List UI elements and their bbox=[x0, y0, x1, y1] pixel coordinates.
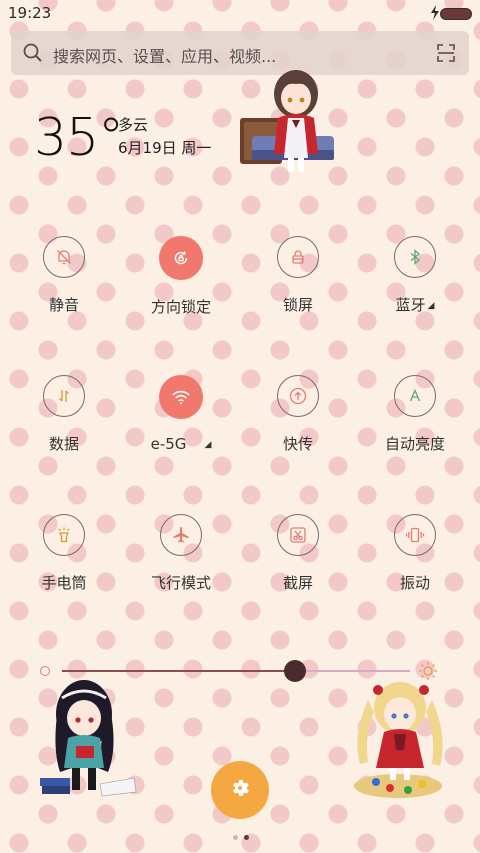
toggle-tile-screenshot[interactable]: 截屏 bbox=[248, 514, 348, 593]
toggle-tile-bluetooth[interactable]: 蓝牙 ◢ bbox=[365, 236, 465, 315]
toggle-label-text: 快传 bbox=[282, 435, 313, 453]
airplane-toggle-button[interactable] bbox=[160, 514, 202, 556]
charge-icon bbox=[430, 5, 440, 24]
battery-icon bbox=[440, 8, 472, 20]
toggle-label-text: e-5G bbox=[150, 435, 187, 453]
toggle-tile-flashlight[interactable]: 手电筒 bbox=[14, 514, 114, 593]
upload-toggle-button[interactable] bbox=[277, 375, 319, 417]
page-dot-1 bbox=[233, 835, 238, 840]
page-dot-2 bbox=[244, 835, 249, 840]
page-indicator bbox=[230, 825, 252, 844]
toggle-tile-lock[interactable]: 锁屏 bbox=[248, 236, 348, 315]
toggle-label-text: 数据 bbox=[48, 435, 79, 453]
toggle-tile-bell-off[interactable]: 静音 bbox=[14, 236, 114, 315]
wifi-toggle-button[interactable] bbox=[159, 375, 203, 419]
auto-brightness-icon bbox=[406, 387, 424, 405]
weather-condition: 多云 bbox=[118, 116, 149, 134]
rotation-lock-toggle-button[interactable] bbox=[159, 236, 203, 280]
vibrate-toggle-button[interactable] bbox=[394, 514, 436, 556]
bell-off-toggle-button[interactable] bbox=[43, 236, 85, 278]
toggle-label-text: 蓝牙 bbox=[395, 296, 426, 314]
brightness-thumb[interactable] bbox=[284, 660, 307, 682]
vibrate-icon bbox=[405, 526, 425, 544]
toggle-tile-auto-brightness[interactable]: 自动亮度 bbox=[365, 375, 465, 454]
lock-icon bbox=[289, 248, 307, 266]
anime-girl-reading-illustration bbox=[38, 668, 138, 804]
toggle-tile-data-arrows[interactable]: 数据 bbox=[14, 375, 114, 454]
toggle-label-text: 手电筒 bbox=[41, 574, 87, 592]
toggle-label: 锁屏 bbox=[248, 294, 348, 315]
anime-girl-painting-illustration bbox=[346, 676, 456, 806]
bell-off-icon bbox=[55, 248, 73, 266]
toggle-label: 自动亮度 bbox=[365, 433, 465, 454]
toggle-label-text: 截屏 bbox=[282, 574, 313, 592]
gear-icon bbox=[229, 777, 251, 803]
settings-button[interactable] bbox=[211, 761, 269, 819]
scan-icon[interactable] bbox=[437, 44, 455, 66]
expand-menu-triangle-icon[interactable]: ◢ bbox=[428, 301, 435, 311]
brightness-track-remaining[interactable] bbox=[295, 670, 410, 672]
status-bar: 19:23 bbox=[0, 0, 480, 26]
toggle-label: 数据 bbox=[14, 433, 114, 454]
auto-brightness-toggle-button[interactable] bbox=[394, 375, 436, 417]
toggle-label: 方向锁定 bbox=[131, 296, 231, 317]
search-icon bbox=[23, 43, 43, 67]
flashlight-toggle-button[interactable] bbox=[43, 514, 85, 556]
rotation-lock-icon bbox=[172, 249, 190, 267]
screenshot-icon bbox=[288, 525, 308, 545]
toggle-label: 蓝牙 ◢ bbox=[365, 294, 465, 315]
upload-icon bbox=[288, 386, 308, 406]
toggle-label-text: 方向锁定 bbox=[150, 298, 211, 316]
toggle-tile-wifi[interactable]: e-5G ◢ bbox=[131, 375, 231, 453]
flashlight-icon bbox=[55, 526, 73, 544]
toggle-label: 快传 bbox=[248, 433, 348, 454]
toggle-label: 手电筒 bbox=[14, 572, 114, 593]
status-time: 19:23 bbox=[8, 4, 52, 22]
toggle-label-text: 静音 bbox=[48, 296, 79, 314]
toggle-label-text: 振动 bbox=[399, 574, 430, 592]
wifi-icon bbox=[171, 388, 191, 406]
toggle-label: e-5G ◢ bbox=[131, 435, 231, 453]
lock-toggle-button[interactable] bbox=[277, 236, 319, 278]
toggle-tile-vibrate[interactable]: 振动 bbox=[365, 514, 465, 593]
data-arrows-icon bbox=[55, 387, 73, 405]
expand-menu-triangle-icon[interactable]: ◢ bbox=[204, 440, 211, 450]
airplane-icon bbox=[171, 525, 191, 545]
toggle-label: 静音 bbox=[14, 294, 114, 315]
data-arrows-toggle-button[interactable] bbox=[43, 375, 85, 417]
bluetooth-icon bbox=[406, 248, 424, 266]
bluetooth-toggle-button[interactable] bbox=[394, 236, 436, 278]
anime-girl-on-bed-illustration bbox=[238, 58, 338, 182]
weather-date: 6月19日 周一 bbox=[118, 139, 212, 157]
toggle-label-text: 飞行模式 bbox=[150, 574, 211, 592]
toggle-tile-rotation-lock[interactable]: 方向锁定 bbox=[131, 236, 231, 317]
screenshot-toggle-button[interactable] bbox=[277, 514, 319, 556]
toggle-label-text: 锁屏 bbox=[282, 296, 313, 314]
toggle-label-text: 自动亮度 bbox=[384, 435, 445, 453]
toggle-label: 飞行模式 bbox=[131, 572, 231, 593]
temperature: 35° bbox=[34, 108, 124, 168]
toggle-tile-airplane[interactable]: 飞行模式 bbox=[131, 514, 231, 593]
toggle-label: 振动 bbox=[365, 572, 465, 593]
toggle-tile-upload[interactable]: 快传 bbox=[248, 375, 348, 454]
toggle-label: 截屏 bbox=[248, 572, 348, 593]
